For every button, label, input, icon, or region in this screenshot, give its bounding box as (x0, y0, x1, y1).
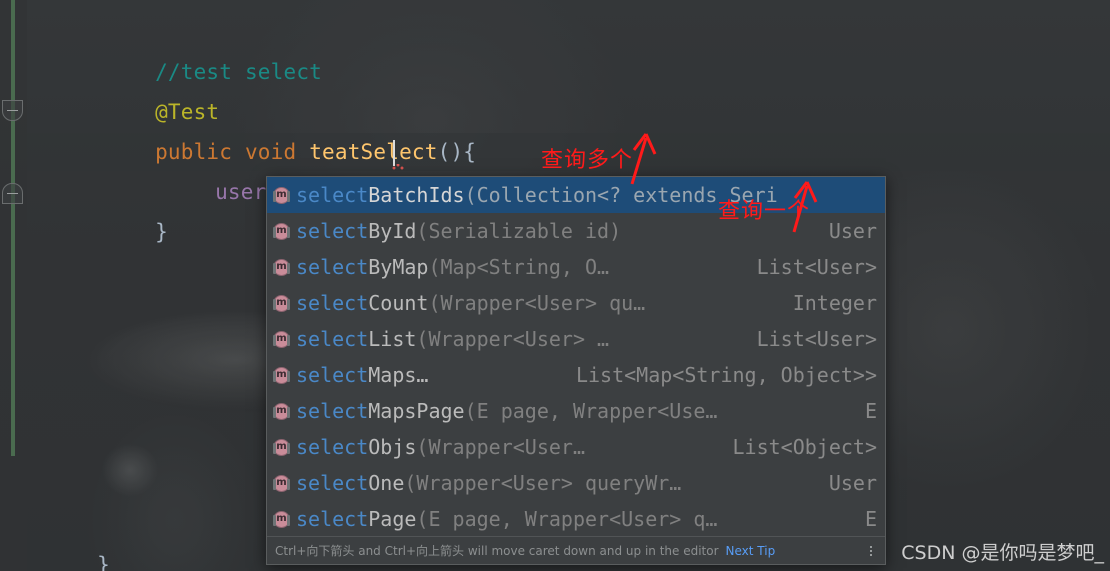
completion-item-name: List (368, 327, 417, 351)
more-options-icon[interactable] (865, 543, 877, 559)
annotation-query-many: 查询多个 (541, 148, 634, 173)
next-tip-link[interactable]: Next Tip (726, 544, 776, 558)
completion-item-prefix: select (296, 291, 369, 315)
completion-item-return-type: E (864, 399, 877, 423)
completion-item-prefix: select (296, 183, 369, 207)
completion-item-signature: selectByMap(Map<String, O… (296, 249, 747, 285)
completion-item-name: One (368, 471, 405, 495)
completion-item-return-type: User (828, 471, 877, 495)
completion-item-name: Objs (368, 435, 417, 459)
method-icon: m (273, 438, 290, 456)
completion-item-signature: selectOne(Wrapper<User> queryWr… (296, 465, 819, 501)
signature-tail: (){ (437, 140, 477, 164)
completion-item-signature: selectList(Wrapper<User> … (296, 321, 747, 357)
method-icon: m (273, 294, 290, 312)
completion-item-params: (Map<String, O… (428, 255, 610, 279)
completion-item-signature: selectMapsPage(E page, Wrapper<Use… (296, 393, 855, 429)
completion-item-params: (E page, Wrapper<Use… (464, 399, 718, 423)
completion-item-return-type: E (864, 507, 877, 531)
completion-item-prefix: select (296, 507, 369, 531)
completion-item-prefix: select (296, 399, 369, 423)
completion-item[interactable]: m selectByMap(Map<String, O… List<User> (267, 249, 885, 285)
method-icon: m (273, 258, 290, 276)
code-line-method-close: } (78, 172, 168, 292)
completion-item-name: Count (368, 291, 429, 315)
annotation-query-one: 查询一个 (718, 199, 811, 224)
completion-item-return-type: User (828, 219, 877, 243)
completion-item-prefix: select (296, 327, 369, 351)
completion-item-return-type: List<Object> (732, 435, 878, 459)
completion-item-name: MapsPage (368, 399, 465, 423)
error-squiggle (392, 164, 406, 170)
method-icon: m (273, 510, 290, 528)
completion-item-signature: selectPage(E page, Wrapper<User> q… (296, 501, 855, 537)
completion-item[interactable]: m selectMaps… List<Map<String, Object>> (267, 357, 885, 393)
completion-item[interactable]: m selectMapsPage(E page, Wrapper<Use… E (267, 393, 885, 429)
completion-item-signature: selectMaps… (296, 357, 566, 393)
method-icon: m (273, 222, 290, 240)
completion-item-prefix: select (296, 363, 369, 387)
completion-item-name: ById (368, 219, 417, 243)
ide-editor-window: //test select @Test public void teatSele… (0, 0, 1110, 571)
csdn-watermark: CSDN @是你吗是梦吧_ (901, 542, 1104, 564)
completion-item[interactable]: m selectPage(E page, Wrapper<User> q… E (267, 501, 885, 537)
completion-item-params: (Wrapper<User> … (416, 327, 610, 351)
completion-item-return-type: Integer (792, 291, 877, 315)
text-caret (393, 140, 395, 166)
completion-item-signature: selectCount(Wrapper<User> qu… (296, 285, 783, 321)
method-icon: m (273, 330, 290, 348)
completion-item-params: (Wrapper<User… (416, 435, 585, 459)
completion-item-prefix: select (296, 471, 369, 495)
method-icon: m (273, 474, 290, 492)
code-completion-popup[interactable]: m selectBatchIds(Collection<? extends Ser… (266, 176, 886, 565)
completion-item-name: Page (368, 507, 417, 531)
completion-item-prefix: select (296, 255, 369, 279)
method-icon: m (273, 366, 290, 384)
code-line-class-close: } (20, 505, 110, 571)
completion-item-params: (Wrapper<User> qu… (428, 291, 646, 315)
method-icon: m (273, 186, 290, 204)
completion-item-return-type: List<Map<String, Object>> (575, 363, 877, 387)
completion-item[interactable]: m selectList(Wrapper<User> … List<User> (267, 321, 885, 357)
method-icon: m (273, 402, 290, 420)
completion-item-params: (Wrapper<User> queryWr… (404, 471, 682, 495)
completion-item-params: (Serializable id) (416, 219, 622, 243)
completion-item-prefix: select (296, 435, 369, 459)
completion-item-name: BatchIds (368, 183, 465, 207)
completion-statusbar: Ctrl+向下箭头 and Ctrl+向上箭头 will move caret … (267, 536, 885, 564)
completion-item-return-type: List<User> (756, 327, 877, 351)
closing-brace-method: } (155, 220, 168, 244)
completion-item-params: (E page, Wrapper<User> q… (416, 507, 718, 531)
completion-item-return-type: List<User> (756, 255, 877, 279)
closing-brace-class: } (97, 553, 110, 571)
completion-item-prefix: select (296, 219, 369, 243)
completion-item-name: Maps… (368, 363, 429, 387)
completion-item-list[interactable]: m selectBatchIds(Collection<? extends Ser… (267, 177, 885, 537)
completion-item[interactable]: m selectCount(Wrapper<User> qu… Integer (267, 285, 885, 321)
completion-item-name: ByMap (368, 255, 429, 279)
completion-item[interactable]: m selectOne(Wrapper<User> queryWr… User (267, 465, 885, 501)
tip-text: Ctrl+向下箭头 and Ctrl+向上箭头 will move caret … (275, 544, 719, 558)
completion-item[interactable]: m selectObjs(Wrapper<User… List<Object> (267, 429, 885, 465)
completion-item-signature: selectObjs(Wrapper<User… (296, 429, 723, 465)
